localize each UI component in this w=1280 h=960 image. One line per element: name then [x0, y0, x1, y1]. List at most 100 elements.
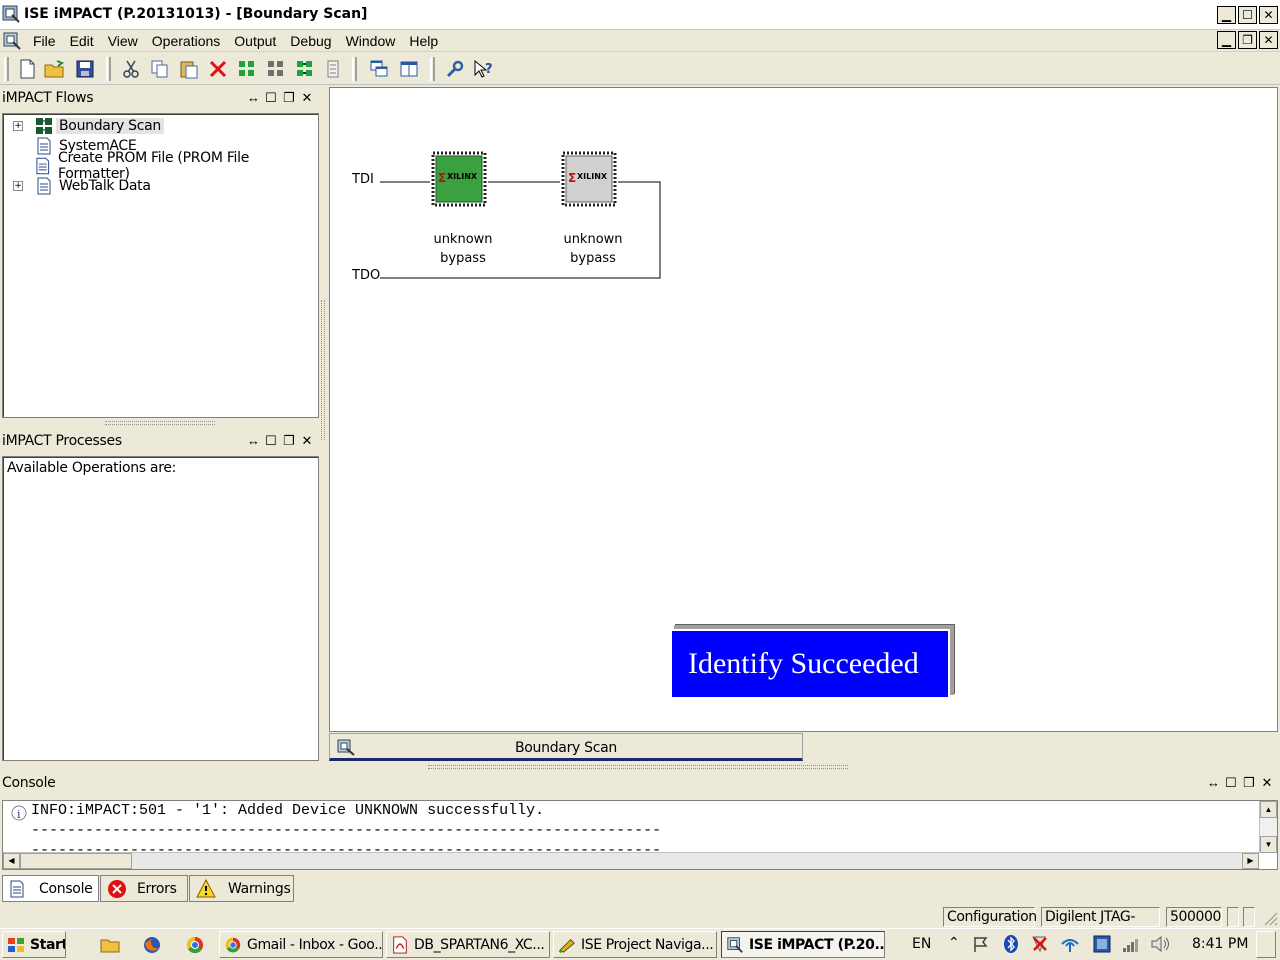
scroll-left-icon[interactable]: ◀ [3, 853, 20, 869]
maximize-panel-icon[interactable]: ☐ [265, 433, 277, 449]
network-app-icon[interactable] [1060, 934, 1080, 954]
save-button[interactable] [74, 58, 96, 80]
close-panel-icon[interactable]: ✕ [301, 433, 313, 449]
antivirus-icon[interactable] [1030, 934, 1050, 954]
scissors-icon [123, 60, 139, 78]
maximize-panel-icon[interactable]: ☐ [1225, 775, 1237, 791]
restore-panel-icon[interactable]: ❐ [283, 90, 295, 106]
copy-button[interactable] [149, 58, 171, 80]
list-button[interactable] [322, 58, 344, 80]
paste-button[interactable] [178, 58, 200, 80]
float-panel-icon[interactable]: ↔ [247, 90, 260, 106]
menu-window[interactable]: Window [339, 32, 403, 50]
copy-icon [151, 60, 168, 78]
minimize-button[interactable]: ▁ [1217, 6, 1236, 24]
taskbar-gmail[interactable]: Gmail - Inbox - Goo... [219, 931, 383, 958]
close-button[interactable]: ✕ [1259, 6, 1278, 24]
impact-app-icon[interactable] [2, 5, 20, 23]
grid-green-icon [239, 61, 254, 76]
cut-button[interactable] [120, 58, 142, 80]
scroll-up-icon[interactable]: ▲ [1260, 801, 1277, 818]
tree-item-boundary-scan[interactable]: + Boundary Scan [13, 117, 165, 135]
taskbar-button-label: ISE iMPACT (P.20... [749, 936, 885, 953]
console-horizontal-scrollbar[interactable]: ◀ ▶ [3, 852, 1259, 869]
taskbar: Start Gmail - Inbox - Goo... DB_SPARTAN6… [0, 928, 1280, 960]
options-button[interactable] [444, 58, 466, 80]
bluetooth-icon[interactable] [1002, 934, 1020, 954]
processes-list: Available Operations are: [2, 456, 319, 761]
document-restore-button[interactable]: ❐ [1238, 31, 1257, 49]
boundary-scan-tab[interactable]: Boundary Scan [329, 733, 803, 761]
scroll-down-icon[interactable]: ▼ [1260, 836, 1277, 853]
restore-panel-icon[interactable]: ❐ [283, 433, 295, 449]
start-button[interactable]: Start [2, 931, 66, 958]
tree-item-label: Boundary Scan [56, 118, 165, 134]
float-panel-icon[interactable]: ↔ [247, 433, 260, 449]
tab-warnings[interactable]: Warnings [189, 875, 294, 902]
window-title: ISE iMPACT (P.20131013) - [Boundary Scan… [24, 6, 368, 22]
action-center-flag-icon[interactable] [972, 935, 990, 953]
expand-icon[interactable]: + [13, 121, 23, 131]
document-close-button[interactable]: ✕ [1259, 31, 1278, 49]
toolbar-grip[interactable] [4, 57, 9, 81]
firefox-icon[interactable] [142, 935, 162, 955]
menu-view[interactable]: View [101, 32, 145, 50]
tile-windows-button[interactable] [398, 58, 420, 80]
explorer-folder-icon[interactable] [100, 935, 120, 955]
tab-errors[interactable]: Errors [100, 875, 188, 902]
resize-grip-icon[interactable] [1262, 910, 1278, 926]
taskbar-ise-navigator[interactable]: ISE Project Naviga... [553, 931, 717, 958]
maximize-panel-icon[interactable]: ☐ [265, 90, 277, 106]
menu-edit[interactable]: Edit [63, 32, 101, 50]
maximize-icon: ☐ [1242, 8, 1253, 22]
new-button[interactable] [16, 58, 38, 80]
close-panel-icon[interactable]: ✕ [301, 90, 313, 106]
open-button[interactable] [44, 58, 66, 80]
chip-1-file: bypass [440, 251, 486, 266]
toolbar-grip[interactable] [430, 57, 435, 81]
tile-gray-button[interactable] [265, 58, 287, 80]
volume-icon[interactable] [1150, 934, 1172, 954]
expand-icon[interactable]: + [13, 181, 23, 191]
language-indicator[interactable]: EN [912, 936, 931, 952]
menu-file[interactable]: File [26, 32, 63, 50]
console-output[interactable]: i INFO:iMPACT:501 - '1': Added Device UN… [2, 800, 1278, 870]
show-hidden-icons-icon[interactable]: ⌃ [948, 934, 960, 951]
menu-output[interactable]: Output [227, 32, 283, 50]
taskbar-impact[interactable]: ISE iMPACT (P.20... [721, 931, 885, 958]
restore-panel-icon[interactable]: ❐ [1243, 775, 1255, 791]
clock[interactable]: 8:41 PM [1192, 936, 1248, 952]
menu-help[interactable]: Help [402, 32, 445, 50]
horizontal-splitter[interactable] [105, 421, 215, 425]
horizontal-scroll-thumb[interactable] [20, 853, 132, 869]
menu-debug[interactable]: Debug [283, 32, 338, 50]
delete-button[interactable] [207, 58, 229, 80]
console-vertical-scrollbar[interactable]: ▲ ▼ [1259, 801, 1277, 853]
document-minimize-button[interactable]: ▁ [1217, 31, 1236, 49]
show-desktop-button[interactable] [1256, 931, 1276, 958]
tab-console[interactable]: Console [2, 875, 99, 902]
menu-bar: File Edit View Operations Output Debug W… [0, 30, 1280, 52]
chrome-icon[interactable] [185, 935, 205, 955]
available-operations-label: Available Operations are: [7, 460, 177, 476]
maximize-button[interactable]: ☐ [1238, 6, 1257, 24]
toolbar-grip[interactable] [106, 57, 111, 81]
device-manager-icon[interactable] [1092, 934, 1112, 954]
scroll-right-icon[interactable]: ▶ [1242, 853, 1259, 869]
float-panel-icon[interactable]: ↔ [1207, 775, 1220, 791]
chain-button[interactable] [294, 58, 316, 80]
console-splitter[interactable] [428, 765, 848, 769]
console-line: ----------------------------------------… [31, 822, 662, 839]
cascade-button[interactable] [368, 58, 390, 80]
tree-item-create-prom[interactable]: Create PROM File (PROM File Formatter) [13, 150, 318, 182]
menu-operations[interactable]: Operations [145, 32, 227, 50]
wifi-signal-icon[interactable] [1122, 935, 1142, 953]
tile-button[interactable] [236, 58, 258, 80]
tree-item-webtalk[interactable]: + WebTalk Data [13, 177, 151, 195]
toolbar-grip[interactable] [352, 57, 357, 81]
close-panel-icon[interactable]: ✕ [1261, 775, 1273, 791]
document-system-menu-icon[interactable] [2, 31, 22, 51]
taskbar-pdf[interactable]: DB_SPARTAN6_XC... [386, 931, 550, 958]
help-button[interactable]: ? [472, 58, 494, 80]
vertical-splitter[interactable] [321, 300, 325, 440]
